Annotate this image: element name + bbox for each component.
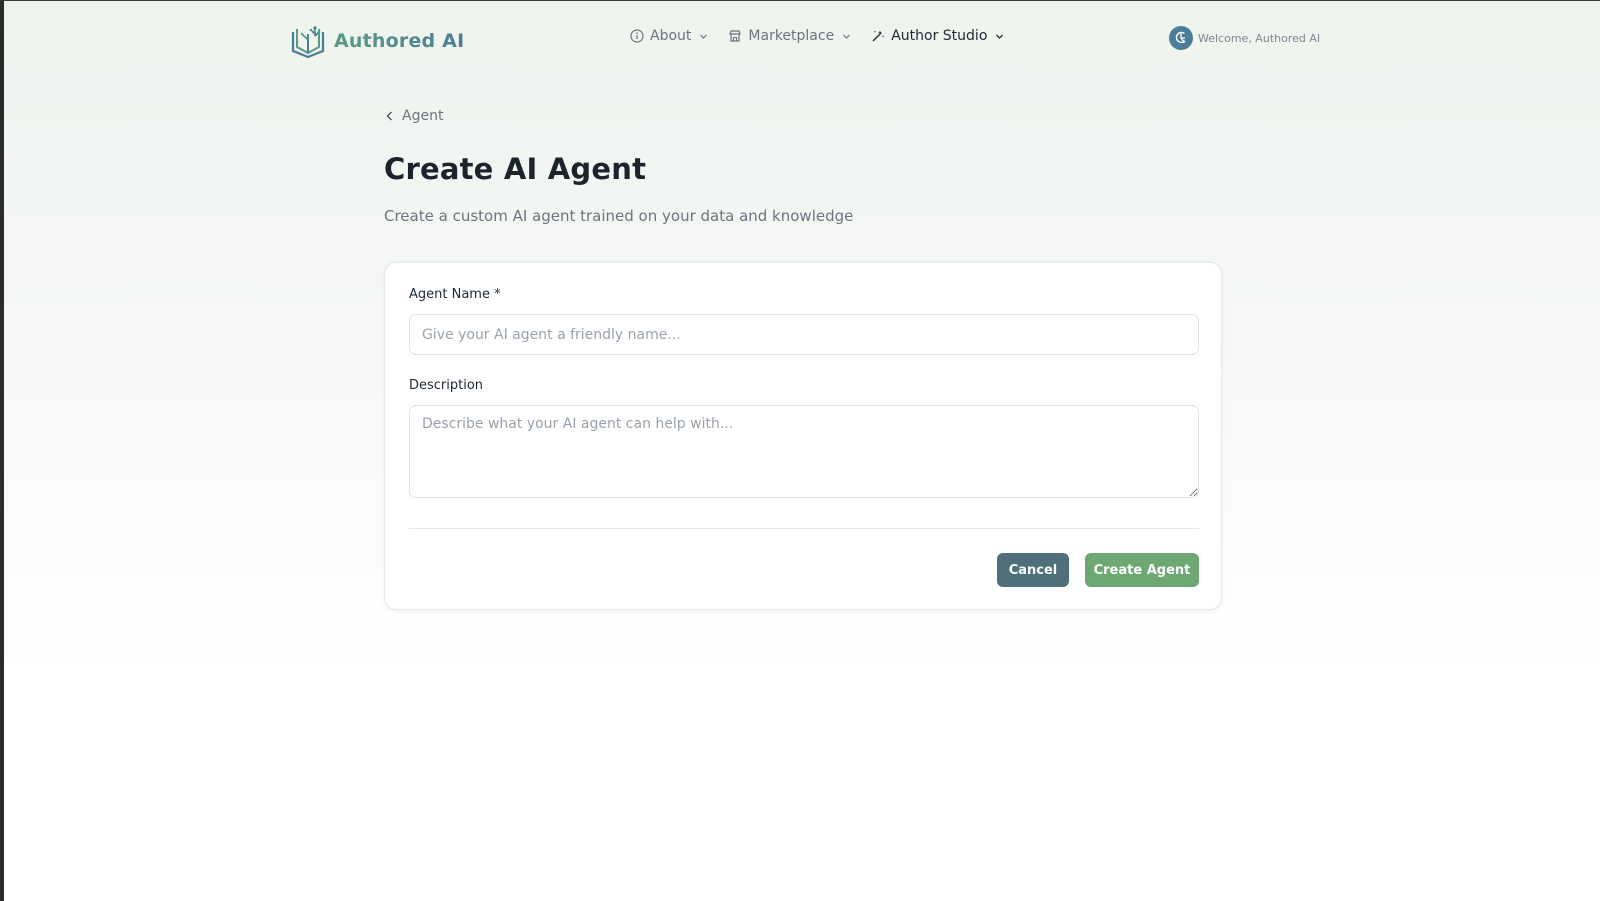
chevron-down-icon bbox=[843, 34, 851, 39]
nav-item-marketplace[interactable]: Marketplace bbox=[728, 28, 851, 44]
nav-item-about[interactable]: About bbox=[630, 28, 708, 44]
info-icon bbox=[630, 29, 644, 43]
breadcrumb-label: Agent bbox=[402, 108, 444, 124]
user-avatar-icon bbox=[1175, 31, 1186, 44]
description-textarea[interactable] bbox=[409, 405, 1199, 498]
brand-name: Authored AI bbox=[334, 30, 465, 52]
nav-label-author-studio: Author Studio bbox=[891, 28, 988, 44]
avatar bbox=[1169, 26, 1193, 50]
window-left-edge bbox=[0, 0, 4, 901]
store-icon bbox=[729, 30, 742, 42]
chevron-left-icon bbox=[386, 111, 392, 121]
page-title: Create AI Agent bbox=[384, 152, 647, 186]
agent-name-input[interactable] bbox=[409, 314, 1199, 355]
wand-icon bbox=[872, 30, 885, 42]
brand-logo-link[interactable]: Authored AI bbox=[290, 24, 464, 58]
description-label: Description bbox=[409, 378, 484, 393]
agent-name-label: Agent Name * bbox=[409, 287, 501, 302]
create-agent-form: Agent Name * Description Cancel Create A… bbox=[384, 262, 1222, 610]
form-divider bbox=[409, 528, 1199, 529]
user-menu[interactable]: Welcome, Authored AI bbox=[1169, 26, 1320, 50]
book-tree-logo-icon bbox=[291, 26, 325, 58]
chevron-down-icon bbox=[996, 34, 1004, 39]
page-subtitle: Create a custom AI agent trained on your… bbox=[384, 207, 854, 225]
main-nav: About Marketplace Author Studio bbox=[630, 28, 1004, 44]
nav-label-marketplace: Marketplace bbox=[748, 28, 835, 44]
top-navigation-bar: Authored AI About Marketplace Author Stu… bbox=[0, 0, 1600, 80]
create-agent-button[interactable]: Create Agent bbox=[1085, 553, 1199, 587]
chevron-down-icon bbox=[700, 34, 708, 39]
back-to-agent-link[interactable]: Agent bbox=[385, 108, 443, 124]
welcome-text: Welcome, Authored AI bbox=[1198, 31, 1321, 45]
nav-label-about: About bbox=[650, 28, 692, 44]
nav-item-author-studio[interactable]: Author Studio bbox=[871, 28, 1004, 44]
cancel-button[interactable]: Cancel bbox=[997, 553, 1069, 587]
